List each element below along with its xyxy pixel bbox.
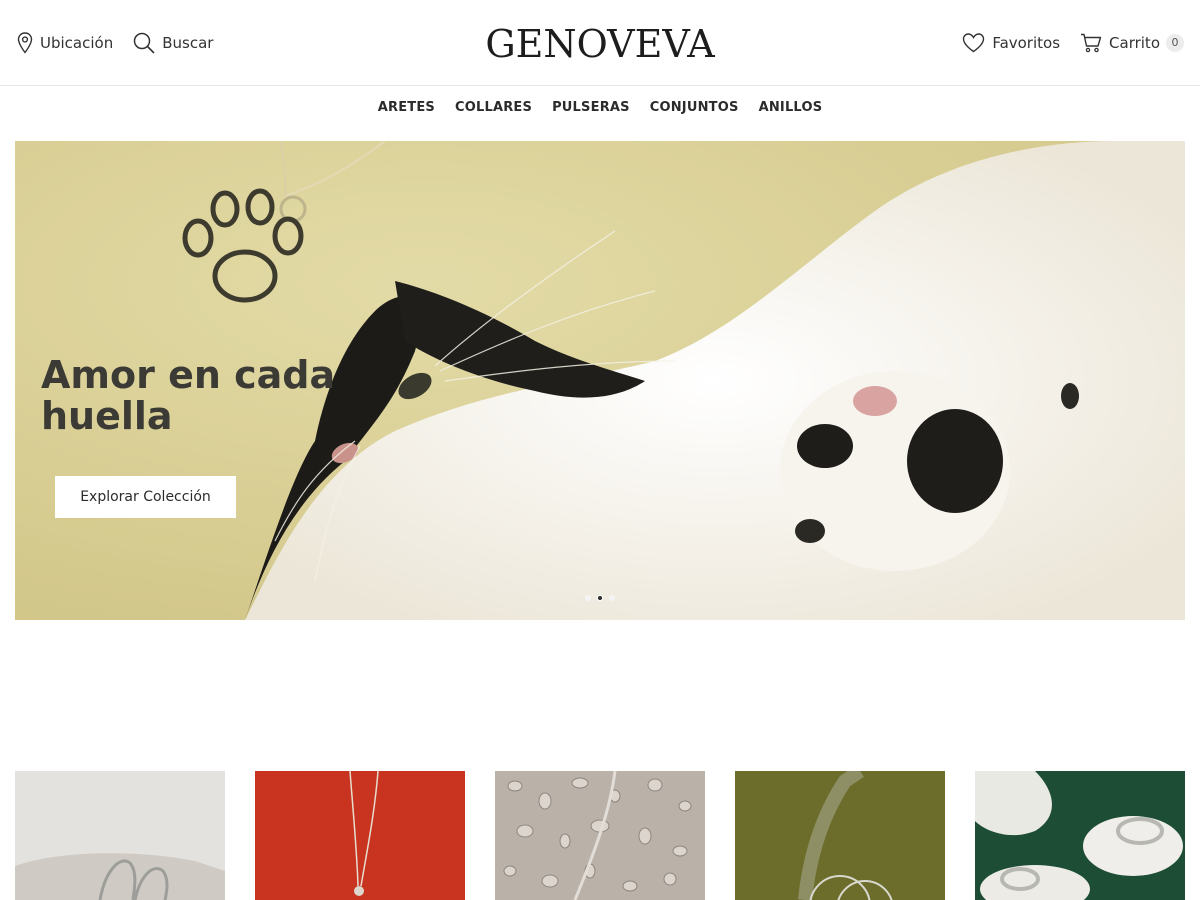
category-tile-2[interactable] xyxy=(255,771,465,900)
site-header: Ubicación Buscar GENOVEVA Favoritos Carr… xyxy=(0,0,1200,86)
necklace-image xyxy=(255,771,465,900)
bracelet-image xyxy=(15,771,225,900)
nav-item-pulseras[interactable]: PULSERAS xyxy=(552,100,630,115)
shopping-cart-icon xyxy=(1081,33,1102,53)
nav-item-anillos[interactable]: ANILLOS xyxy=(759,100,823,115)
carousel-dots xyxy=(582,595,618,601)
hero-title: Amor en cada huella xyxy=(41,353,336,438)
carousel-dot-3[interactable] xyxy=(609,595,615,601)
rings-image xyxy=(975,771,1185,900)
cart-label: Carrito xyxy=(1109,34,1160,52)
hero-banner: Amor en cada huella Explorar Colección xyxy=(15,141,1185,620)
nav-item-collares[interactable]: COLLARES xyxy=(455,100,532,115)
heart-icon xyxy=(963,33,985,53)
nav-item-conjuntos[interactable]: CONJUNTOS xyxy=(650,100,739,115)
favorites-label: Favoritos xyxy=(992,34,1061,52)
carousel-dot-2[interactable] xyxy=(597,595,603,601)
header-right-actions: Favoritos Carrito 0 xyxy=(962,29,1184,57)
category-tile-5[interactable] xyxy=(975,771,1185,900)
explore-collection-button[interactable]: Explorar Colección xyxy=(55,476,236,518)
hoop-earrings-image xyxy=(735,771,945,900)
favorites-link[interactable]: Favoritos xyxy=(962,33,1060,53)
category-tile-4[interactable] xyxy=(735,771,945,900)
category-tile-3[interactable] xyxy=(495,771,705,900)
carousel-dot-1[interactable] xyxy=(585,595,591,601)
category-tiles xyxy=(15,771,1185,900)
cart-count-badge: 0 xyxy=(1166,34,1184,52)
category-tile-1[interactable] xyxy=(15,771,225,900)
water-drops-image xyxy=(495,771,705,900)
nav-item-aretes[interactable]: ARETES xyxy=(378,100,435,115)
category-nav: ARETES COLLARES PULSERAS CONJUNTOS ANILL… xyxy=(0,100,1200,115)
cart-link[interactable]: Carrito 0 xyxy=(1080,33,1184,53)
